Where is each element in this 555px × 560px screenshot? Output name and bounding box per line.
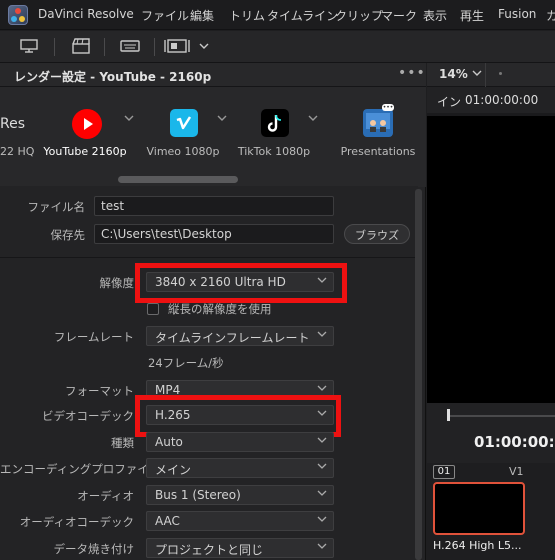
audio-codec-value: AAC [155, 514, 180, 528]
data-burn-in-label: データ焼き付け [53, 542, 135, 556]
dot-icon [499, 72, 502, 75]
presentations-icon [363, 109, 393, 137]
current-timecode: 01:00:00:00 [474, 433, 555, 451]
encoding-profile-label: エンコーディングプロファイル [0, 462, 161, 476]
toolbar-separator [154, 38, 155, 56]
menu-fusion[interactable]: Fusion [498, 7, 536, 21]
file-name-field[interactable]: test [94, 196, 334, 216]
divider [485, 63, 486, 87]
monitor-icon[interactable] [20, 38, 38, 58]
timeline-clips-area: 01 V1 H.264 High L5... [427, 463, 555, 560]
audio-value: Bus 1 (Stereo) [155, 488, 241, 502]
toolbar-separator [104, 38, 105, 56]
menu-file[interactable]: ファイル [141, 7, 189, 24]
video-codec-label: ビデオコーデック [42, 409, 134, 423]
framerate-label: フレームレート [53, 330, 134, 344]
format-label: フォーマット [65, 384, 134, 398]
vimeo-icon [170, 109, 198, 137]
youtube-icon [72, 109, 102, 139]
divider [0, 257, 418, 258]
in-point-bar: イン 01:00:00:00 [427, 87, 555, 113]
zoom-level[interactable]: 14% [439, 67, 468, 81]
type-label: 種類 [111, 436, 134, 450]
track-number-badge: 01 [433, 465, 455, 479]
more-options-icon[interactable]: ••• [398, 65, 426, 81]
playhead[interactable] [447, 409, 450, 421]
clapper-icon[interactable] [72, 38, 90, 58]
viewer-layout-icon[interactable] [164, 38, 190, 58]
menu-clip[interactable]: クリップ [335, 7, 383, 24]
preset-presentations[interactable]: ••• Presentations [323, 87, 433, 187]
highlight-box-video-codec [135, 395, 341, 437]
menu-mark[interactable]: マーク [381, 7, 417, 24]
encoding-profile-select[interactable]: メイン [146, 458, 334, 478]
menu-view[interactable]: 表示 [423, 7, 447, 24]
preset-tiktok-1080p[interactable]: TikTok 1080p [219, 87, 329, 187]
save-to-label: 保存先 [50, 228, 86, 242]
app-title: DaVinci Resolve [38, 7, 134, 21]
audio-label: オーディオ [77, 489, 134, 503]
panel-scrollbar[interactable] [415, 189, 422, 560]
chevron-down-icon [317, 461, 327, 474]
menu-playback[interactable]: 再生 [460, 7, 484, 24]
highlight-box-resolution [135, 263, 347, 303]
toolbar-separator [54, 38, 55, 56]
viewer-panel: 14% イン 01:00:00:00 01:00:00:00 01 V1 H.2… [427, 63, 555, 560]
viewer-zoom-bar: 14% [427, 63, 555, 87]
clip-thumbnail[interactable] [433, 482, 525, 535]
preset-label: Res [0, 116, 26, 132]
save-to-field[interactable]: C:\Users\test\Desktop [94, 224, 334, 244]
menu-color[interactable]: カ [546, 7, 555, 24]
panel-title: レンダー設定 - YouTube - 2160p [14, 70, 212, 84]
chevron-down-icon [317, 488, 327, 501]
in-label: イン [437, 95, 462, 109]
scrubber-track[interactable] [447, 415, 555, 417]
preset-label: TikTok 1080p [237, 145, 311, 158]
file-name-label: ファイル名 [27, 200, 86, 214]
framerate-value: タイムラインフレームレート [155, 331, 310, 345]
vertical-resolution-label: 縦長の解像度を使用 [168, 302, 272, 316]
preset-youtube-2160p[interactable]: YouTube 2160p [30, 87, 140, 187]
framerate-select[interactable]: タイムラインフレームレート [146, 326, 334, 346]
chevron-down-icon [317, 541, 327, 554]
data-burn-in-select[interactable]: プロジェクトと同じ [146, 538, 334, 558]
panel-header: レンダー設定 - YouTube - 2160p ••• [0, 63, 426, 87]
chevron-down-icon[interactable] [198, 38, 210, 59]
track-name: V1 [509, 465, 524, 478]
chevron-down-icon [317, 514, 327, 527]
framerate-info: 24フレーム/秒 [148, 356, 224, 370]
davinci-resolve-logo-icon[interactable] [8, 5, 28, 25]
chevron-down-icon[interactable] [471, 66, 483, 83]
video-preview[interactable] [427, 116, 555, 403]
audio-codec-label: オーディオコーデック [19, 515, 134, 529]
menu-timeline[interactable]: タイムライン [267, 7, 338, 24]
keyboard-icon[interactable] [120, 38, 140, 58]
menu-bar: DaVinci Resolve ファイル 編集 トリム タイムライン クリップ … [0, 0, 555, 30]
chat-bubble-icon: ••• [382, 104, 394, 111]
render-presets-strip: Res 22 HQ YouTube 2160p Vimeo 1080p TikT… [0, 87, 426, 187]
chevron-down-icon[interactable] [307, 113, 319, 126]
toolbar [0, 31, 555, 63]
resolution-label: 解像度 [99, 276, 135, 290]
vertical-resolution-checkbox[interactable] [147, 303, 159, 315]
preset-label: Presentations [340, 145, 416, 158]
menu-trim[interactable]: トリム [229, 7, 265, 24]
audio-select[interactable]: Bus 1 (Stereo) [146, 485, 334, 505]
data-burn-in-value: プロジェクトと同じ [155, 543, 264, 557]
in-timecode: 01:00:00:00 [465, 93, 539, 107]
browse-button[interactable]: ブラウズ [344, 224, 410, 244]
transport-area: 01:00:00:00 [427, 403, 555, 463]
tiktok-icon [261, 109, 289, 137]
menu-edit[interactable]: 編集 [190, 7, 214, 24]
audio-codec-select[interactable]: AAC [146, 511, 334, 531]
clip-name: H.264 High L5... [433, 539, 522, 552]
presets-scrollbar[interactable] [118, 176, 238, 183]
chevron-down-icon [317, 435, 327, 448]
preset-label: YouTube 2160p [43, 145, 127, 158]
chevron-down-icon [317, 329, 327, 342]
type-value: Auto [155, 435, 183, 449]
type-select[interactable]: Auto [146, 432, 334, 452]
encoding-profile-value: メイン [155, 463, 192, 477]
